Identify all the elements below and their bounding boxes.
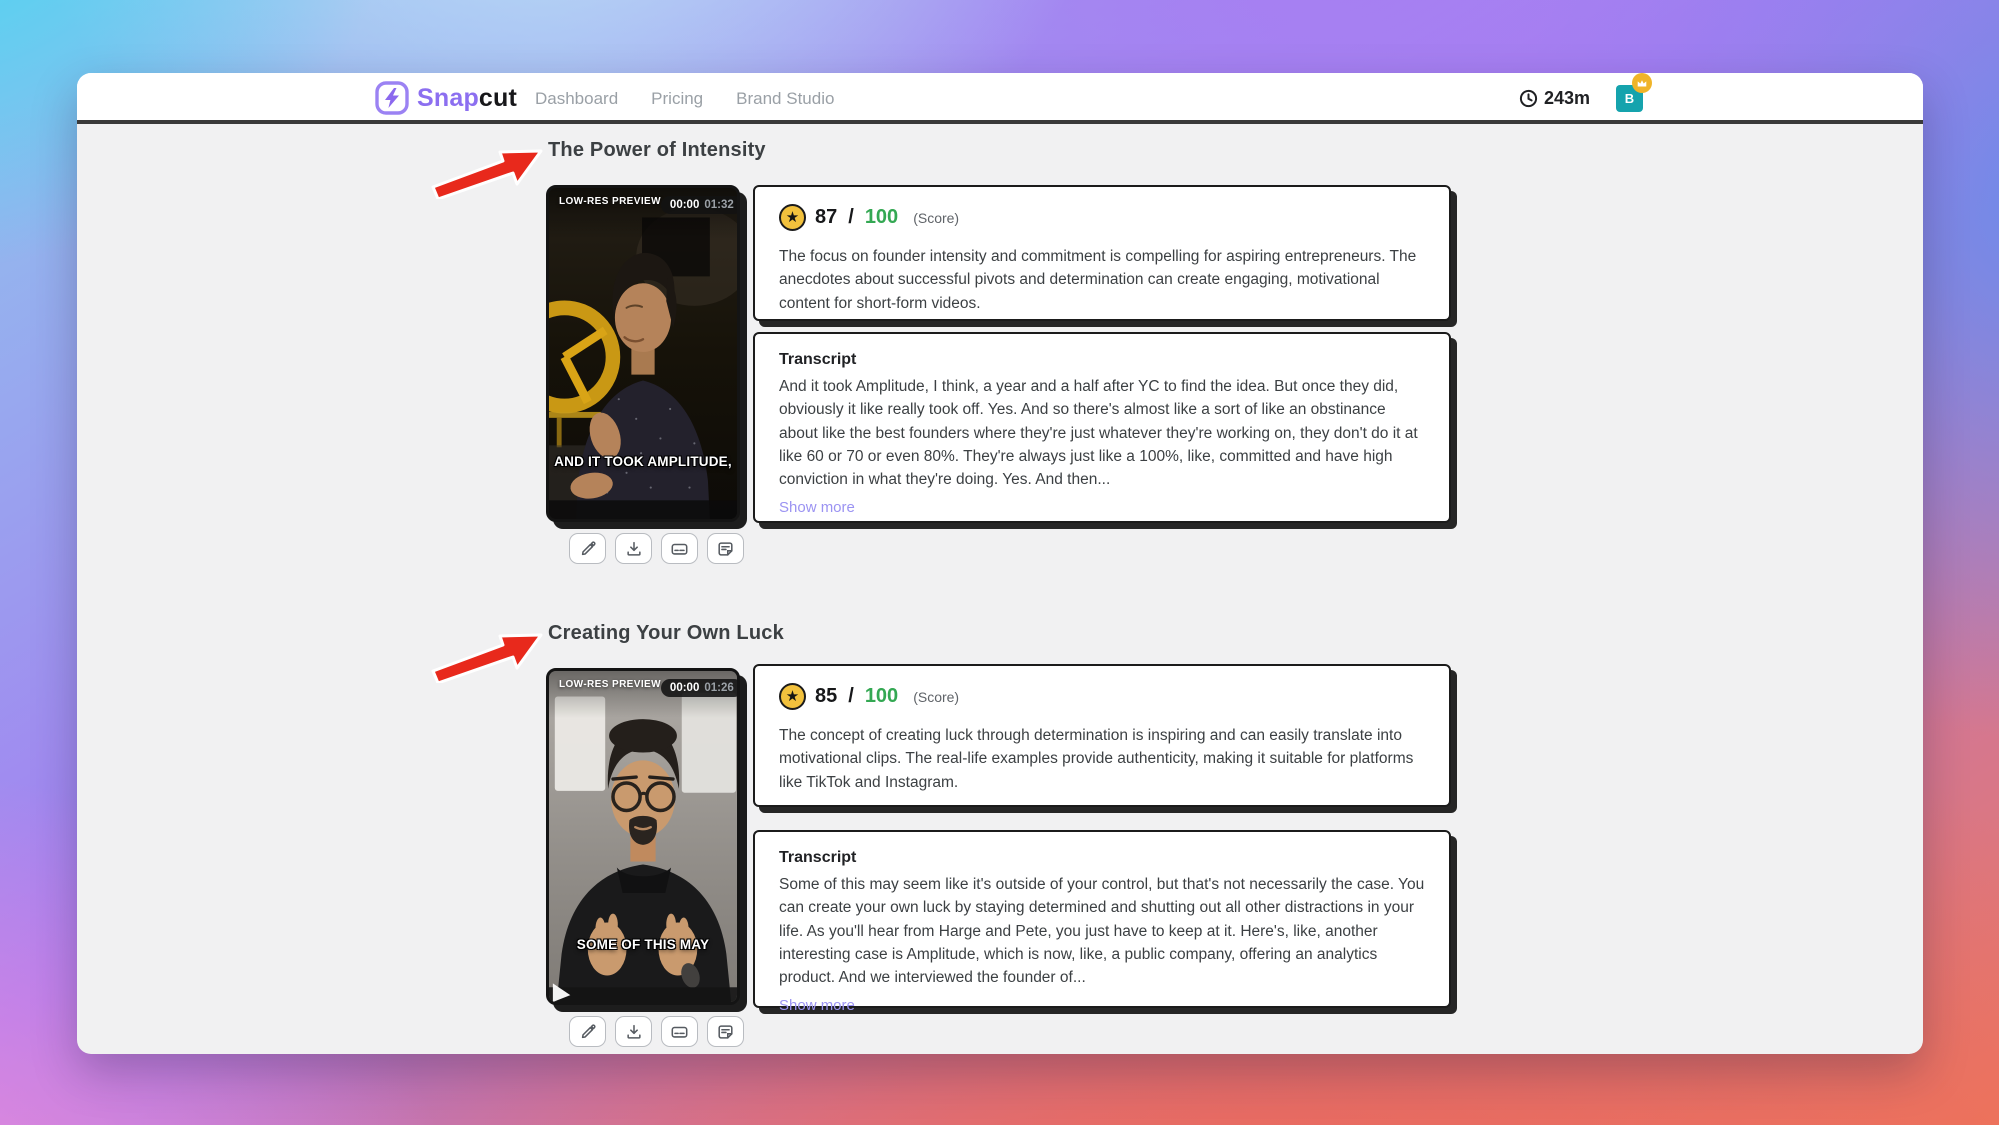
transcript-heading: Transcript <box>779 351 1425 369</box>
clip-actions <box>569 533 744 564</box>
captions-button[interactable] <box>661 1016 698 1047</box>
video-thumbnail <box>549 188 737 519</box>
clip-title: Creating Your Own Luck <box>548 622 784 645</box>
video-preview[interactable]: LOW-RES PREVIEW 00:0001:32 AND IT TOOK A… <box>546 185 740 522</box>
score-row: ★ 87 / 100 (Score) <box>779 204 1425 231</box>
minutes-value: 243m <box>1544 88 1590 109</box>
star-icon: ★ <box>779 683 806 710</box>
video-caption: SOME OF THIS MAY <box>549 937 737 952</box>
download-icon <box>625 540 643 558</box>
score-divider: / <box>848 685 854 708</box>
download-clip-button[interactable] <box>615 533 652 564</box>
main-nav: Dashboard Pricing Brand Studio <box>535 73 834 124</box>
notes-icon <box>716 1023 735 1041</box>
export-notes-button[interactable] <box>707 1016 744 1047</box>
transcript-heading: Transcript <box>779 849 1425 867</box>
snapcut-logo[interactable]: Snapcut <box>375 81 517 115</box>
download-icon <box>625 1023 643 1041</box>
time-pill: 00:0001:26 <box>661 679 740 697</box>
time-pill: 00:0001:32 <box>661 196 740 214</box>
score-divider: / <box>848 206 854 229</box>
video-caption: AND IT TOOK AMPLITUDE, <box>549 454 737 469</box>
transcript-card: Transcript And it took Amplitude, I thin… <box>753 332 1451 523</box>
page: Snapcut Dashboard Pricing Brand Studio 2… <box>0 0 1999 1125</box>
nav-pricing[interactable]: Pricing <box>651 89 703 109</box>
lowres-preview-label: LOW-RES PREVIEW <box>559 679 661 690</box>
score-total: 100 <box>865 206 898 229</box>
nav-dashboard[interactable]: Dashboard <box>535 89 618 109</box>
lightning-logo-icon <box>375 81 409 115</box>
red-arrow-annotation <box>429 629 549 683</box>
nav-brand-studio[interactable]: Brand Studio <box>736 89 834 109</box>
crown-icon <box>1636 78 1648 89</box>
user-avatar[interactable]: B <box>1616 85 1643 112</box>
show-more-link[interactable]: Show more <box>779 499 855 516</box>
star-icon: ★ <box>779 204 806 231</box>
score-value: 87 <box>815 206 837 229</box>
pencil-icon <box>579 1023 597 1041</box>
clip-title: The Power of Intensity <box>548 139 766 162</box>
score-label: (Score) <box>913 210 959 226</box>
transcript-card: Transcript Some of this may seem like it… <box>753 830 1451 1008</box>
video-preview[interactable]: LOW-RES PREVIEW 00:0001:26 SOME OF THIS … <box>546 668 740 1005</box>
score-card: ★ 85 / 100 (Score) The concept of creati… <box>753 664 1451 807</box>
lowres-preview-label: LOW-RES PREVIEW <box>559 196 661 207</box>
score-value: 85 <box>815 685 837 708</box>
clock-icon <box>1519 89 1538 108</box>
captions-icon <box>670 1023 689 1041</box>
export-notes-button[interactable] <box>707 533 744 564</box>
video-thumbnail <box>549 671 737 1002</box>
logo-wordmark: Snapcut <box>417 84 517 113</box>
edit-clip-button[interactable] <box>569 1016 606 1047</box>
score-row: ★ 85 / 100 (Score) <box>779 683 1425 710</box>
app-window: Snapcut Dashboard Pricing Brand Studio 2… <box>77 73 1923 1054</box>
app-header: Snapcut Dashboard Pricing Brand Studio 2… <box>77 73 1923 124</box>
transcript-text: Some of this may seem like it's outside … <box>779 873 1425 989</box>
premium-badge <box>1632 73 1652 93</box>
video-topbar: LOW-RES PREVIEW 00:0001:26 <box>549 671 737 705</box>
captions-button[interactable] <box>661 533 698 564</box>
score-description: The focus on founder intensity and commi… <box>779 245 1425 315</box>
score-description: The concept of creating luck through det… <box>779 724 1425 794</box>
captions-icon <box>670 540 689 558</box>
clip-actions <box>569 1016 744 1047</box>
video-topbar: LOW-RES PREVIEW 00:0001:32 <box>549 188 737 222</box>
red-arrow-annotation <box>429 145 549 199</box>
score-card: ★ 87 / 100 (Score) The focus on founder … <box>753 185 1451 321</box>
edit-clip-button[interactable] <box>569 533 606 564</box>
show-more-link[interactable]: Show more <box>779 997 855 1014</box>
pencil-icon <box>579 540 597 558</box>
score-label: (Score) <box>913 689 959 705</box>
download-clip-button[interactable] <box>615 1016 652 1047</box>
transcript-text: And it took Amplitude, I think, a year a… <box>779 375 1425 491</box>
notes-icon <box>716 540 735 558</box>
minutes-remaining: 243m <box>1519 88 1590 109</box>
header-right: 243m B <box>1519 73 1643 124</box>
score-total: 100 <box>865 685 898 708</box>
